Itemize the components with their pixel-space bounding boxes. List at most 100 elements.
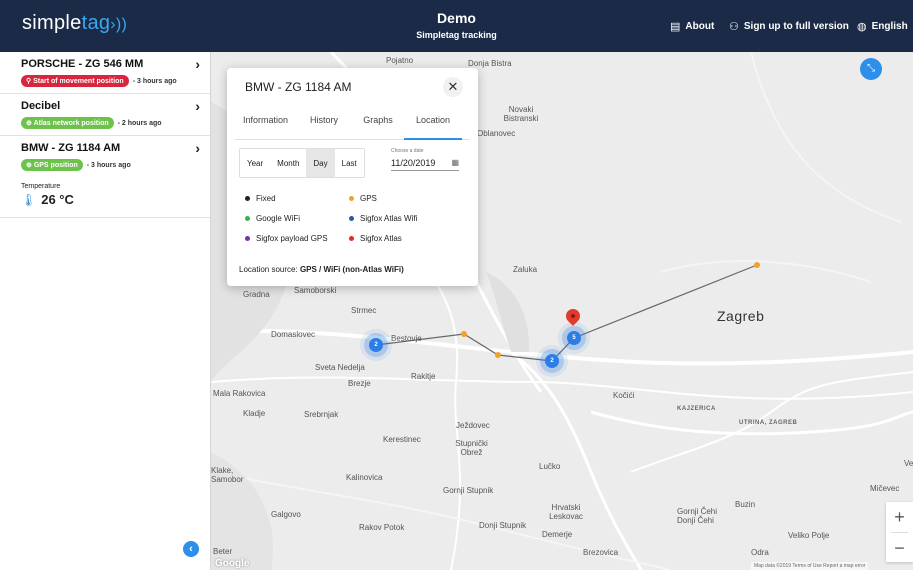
fullscreen-button[interactable]: ⤡ [860, 58, 882, 80]
place-label: Sveta Nedelja [315, 363, 365, 372]
place-label: Mičevec [870, 484, 900, 493]
legend-item: Sigfox Atlas [349, 234, 402, 243]
legend-item: Google WiFi [245, 214, 300, 223]
period-month-button[interactable]: Month [270, 149, 306, 177]
place-label: Domaslovec [271, 330, 316, 339]
place-label: Veliko Polje [788, 531, 830, 540]
place-label: Kalinovica [346, 473, 383, 482]
location-source: Location source: GPS / WiFi (non-Atlas W… [239, 265, 404, 274]
period-selector: Year Month Day Last [239, 148, 365, 178]
time-ago: - 2 hours ago [117, 119, 162, 127]
place-label: Donji Stupnik [479, 521, 527, 530]
place-label: Gradna [243, 290, 270, 299]
document-icon: ▤ [670, 21, 681, 33]
place-label: Oblanovec [477, 129, 516, 138]
legend-dot [349, 216, 354, 221]
google-logo: Google [215, 558, 250, 569]
legend-dot [245, 216, 250, 221]
date-label: Choose a date [391, 148, 424, 154]
time-ago: - 3 hours ago [86, 161, 131, 169]
zoom-in-button[interactable]: + [886, 502, 913, 532]
place-label: Kočići [613, 391, 635, 400]
vehicle-name: Decibel [21, 100, 61, 112]
legend-dot [349, 196, 354, 201]
place-label: Bestovje [391, 334, 422, 343]
place-label: Lučko [539, 462, 561, 471]
nav-language[interactable]: ◍ English [857, 20, 908, 33]
vehicle-item-bmw[interactable]: BMW - ZG 1184 AM › ⊕ GPS position - 3 ho… [0, 136, 210, 218]
place-label: Samoborski [294, 286, 337, 295]
nav-sign-up[interactable]: ⚇ Sign up to full version [729, 20, 849, 33]
place-label: KAJZERICA [677, 406, 716, 412]
place-label: Stupnički Obrež [455, 439, 488, 457]
place-label: Mala Rakovica [213, 389, 266, 398]
period-day-button[interactable]: Day [306, 149, 335, 177]
date-picker-field[interactable]: 11/20/2019 ▦ [391, 158, 459, 171]
place-label: UTRINA, ZAGREB [739, 420, 798, 426]
period-last-button[interactable]: Last [335, 149, 364, 177]
place-label: Beter [213, 547, 233, 556]
zoom-out-button[interactable]: − [886, 533, 913, 563]
chevron-right-icon[interactable]: › [195, 140, 200, 156]
location-cluster[interactable]: 5 [567, 331, 581, 345]
legend-item: GPS [349, 194, 377, 203]
legend-dot [349, 236, 354, 241]
place-label: Buzin [735, 500, 756, 509]
period-year-button[interactable]: Year [240, 149, 270, 177]
map-attribution[interactable]: Map data ©2019 Terms of Use Report a map… [751, 562, 869, 570]
place-label: Gornji Stupnik [443, 486, 494, 495]
time-ago: - 3 hours ago [132, 77, 177, 85]
place-label: Donja Bistra [468, 59, 512, 68]
nav-about[interactable]: ▤ About [670, 20, 714, 33]
status-badge: ⚲ Start of movement position [21, 75, 129, 87]
place-label: Rakitje [411, 372, 436, 381]
vehicle-name: PORSCHE - ZG 546 MM [21, 58, 144, 70]
place-label: Kerestinec [383, 435, 421, 444]
globe-icon: ◍ [857, 21, 867, 33]
thermometer-icon: 🌡 [21, 192, 37, 207]
vehicle-item-porsche[interactable]: PORSCHE - ZG 546 MM › ⚲ Start of movemen… [0, 52, 210, 94]
place-label: Demerje [542, 530, 573, 539]
place-label: Rakov Potok [359, 523, 405, 532]
chevron-right-icon[interactable]: › [195, 98, 200, 114]
legend-dot [245, 236, 250, 241]
location-cluster[interactable]: 2 [545, 354, 559, 368]
popup-title: BMW - ZG 1184 AM [245, 80, 352, 94]
legend-item: Sigfox Atlas Wifi [349, 214, 417, 223]
close-icon[interactable]: ✕ [443, 77, 463, 97]
place-label: Gornji Čehi Donji Čehi [677, 507, 718, 525]
calendar-icon[interactable]: ▦ [451, 158, 459, 167]
chevron-right-icon[interactable]: › [195, 56, 200, 72]
temperature-value: 26 °C [41, 192, 74, 207]
place-label: Odra [751, 548, 769, 557]
zoom-control: + − [886, 502, 913, 562]
vehicle-popup: BMW - ZG 1184 AM ✕ Information History G… [227, 68, 478, 286]
tab-history[interactable]: History [296, 108, 352, 140]
top-bar: simpletag›)) Demo Simpletag tracking ▤ A… [0, 0, 913, 52]
place-label: Klake, Samobor [211, 466, 244, 484]
legend-item: Sigfox payload GPS [245, 234, 328, 243]
legend-item: Fixed [245, 194, 276, 203]
place-label: Galgovo [271, 510, 301, 519]
vehicle-name: BMW - ZG 1184 AM [21, 142, 121, 154]
popup-tabs: Information History Graphs Location [235, 108, 470, 140]
place-label: Ježdovec [456, 421, 490, 430]
vehicle-item-decibel[interactable]: Decibel › ⊕ Atlas network position - 2 h… [0, 94, 210, 136]
legend-dot [245, 196, 250, 201]
tab-graphs[interactable]: Graphs [352, 108, 404, 140]
place-label: Ve [904, 459, 913, 468]
place-label: Brezje [348, 379, 371, 388]
collapse-sidebar-button[interactable]: ‹ [183, 541, 199, 557]
place-label: Zagreb [717, 308, 765, 324]
place-label: Strmec [351, 306, 377, 315]
vehicle-sidebar: PORSCHE - ZG 546 MM › ⚲ Start of movemen… [0, 52, 211, 570]
status-badge: ⊕ Atlas network position [21, 117, 114, 129]
place-label: Hrvatski Leskovac [549, 503, 583, 521]
location-cluster[interactable]: 2 [369, 338, 383, 352]
status-badge: ⊕ GPS position [21, 159, 83, 171]
tab-location[interactable]: Location [404, 108, 462, 140]
add-user-icon: ⚇ [729, 21, 739, 33]
place-label: Novaki Bistranski [503, 105, 539, 123]
tab-information[interactable]: Information [235, 108, 296, 140]
temperature-label: Temperature [21, 183, 61, 190]
